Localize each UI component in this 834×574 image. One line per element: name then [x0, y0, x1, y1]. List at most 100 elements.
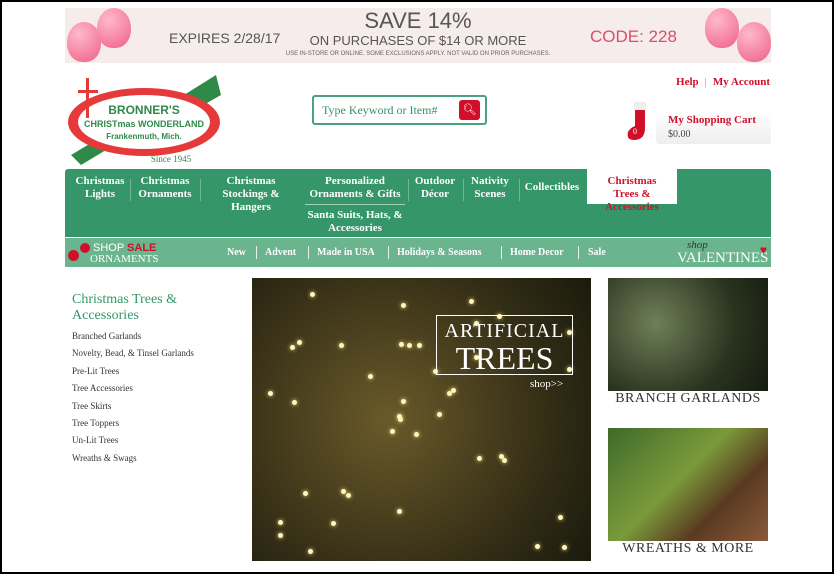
tree-light	[557, 514, 563, 520]
sidebar-item-wreaths-swags[interactable]: Wreaths & Swags	[72, 453, 194, 470]
ornament-icon	[80, 243, 90, 253]
cart-total: $0.00	[668, 129, 691, 140]
hero-title-box: ARTIFICIAL TREES	[436, 315, 573, 375]
nav-christmas-stockings[interactable]: Christmas Stockings & Hangers	[215, 175, 287, 214]
divider	[463, 179, 464, 201]
sub-nav: SHOP SALE ORNAMENTS New Advent Made in U…	[65, 238, 771, 267]
subnav-advent[interactable]: Advent	[265, 247, 296, 258]
wreaths-image	[608, 428, 768, 541]
sidebar-item-branched-garlands[interactable]: Branched Garlands	[72, 331, 194, 348]
bronners-logo[interactable]: BRONNER'S CHRISTmas WONDERLAND Frankenmu…	[66, 70, 226, 165]
tree-light	[330, 521, 336, 527]
tree-light	[416, 342, 422, 348]
subnav-made-in-usa[interactable]: Made in USA	[317, 247, 375, 258]
tree-light	[535, 544, 541, 550]
tree-light	[561, 544, 567, 550]
tree-light	[345, 492, 351, 498]
hero-line2: TREES	[455, 340, 554, 376]
nav-christmas-ornaments[interactable]: Christmas Ornaments	[135, 175, 195, 201]
divider	[200, 179, 201, 201]
sidebar-item-pre-lit-trees[interactable]: Pre-Lit Trees	[72, 366, 194, 383]
tree-light	[400, 302, 406, 308]
promo-fine-print: USE IN-STORE OR ONLINE. SOME EXCLUSIONS …	[285, 51, 551, 57]
tree-light	[399, 341, 405, 347]
nav-collectibles[interactable]: Collectibles	[523, 181, 581, 194]
nav-outdoor-decor[interactable]: Outdoor Décor	[412, 175, 458, 201]
shop-sale-ornaments-promo[interactable]: SHOP SALE ORNAMENTS	[68, 241, 158, 265]
subnav-sale[interactable]: Sale	[588, 247, 606, 258]
divider	[130, 179, 131, 201]
sidebar-item-tree-accessories[interactable]: Tree Accessories	[72, 383, 194, 400]
tree-light	[476, 455, 482, 461]
cart-title[interactable]: My Shopping Cart	[668, 114, 756, 126]
tree-light	[302, 490, 308, 496]
promo-banner[interactable]: EXPIRES 2/28/17 SAVE 14% ON PURCHASES OF…	[65, 8, 771, 63]
ornament-icon	[68, 250, 79, 261]
tree-light	[296, 339, 302, 345]
tree-light	[450, 388, 456, 394]
shopping-cart[interactable]: 0 My Shopping Cart $0.00	[626, 102, 771, 144]
search-box[interactable]: 🔍︎	[312, 95, 487, 125]
tree-light	[308, 549, 314, 555]
tree-light	[498, 454, 504, 460]
divider	[408, 179, 409, 201]
tree-light	[407, 342, 413, 348]
sidebar-item-tree-toppers[interactable]: Tree Toppers	[72, 418, 194, 435]
nav-personalized-ornaments[interactable]: Personalized Ornaments & Gifts	[305, 175, 405, 205]
tree-light	[436, 411, 442, 417]
svg-text:Since 1945: Since 1945	[151, 154, 192, 164]
wreaths-caption: WREATHS & MORE	[622, 541, 754, 556]
tree-light	[277, 519, 283, 525]
sidebar-item-novelty-garlands[interactable]: Novelty, Bead, & Tinsel Garlands	[72, 348, 194, 365]
subnav-new[interactable]: New	[227, 247, 246, 258]
sidebar-item-tree-skirts[interactable]: Tree Skirts	[72, 401, 194, 418]
divider	[388, 246, 389, 259]
tree-light	[390, 429, 396, 435]
search-input[interactable]	[322, 103, 457, 118]
promo-ornaments: ORNAMENTS	[90, 253, 159, 265]
sidebar-category-list: Branched Garlands Novelty, Bead, & Tinse…	[72, 331, 194, 470]
svg-text:CHRISTmas WONDERLAND: CHRISTmas WONDERLAND	[84, 119, 205, 129]
help-link[interactable]: Help	[676, 76, 699, 88]
tree-light	[396, 508, 402, 514]
shop-valentines-promo[interactable]: shop VALENTINES ♥	[677, 239, 769, 266]
cart-count: 0	[633, 127, 637, 136]
branch-garlands-caption: BRANCH GARLANDS	[615, 391, 761, 406]
branch-garlands-tile[interactable]: BRANCH GARLANDS	[608, 278, 768, 411]
divider	[501, 246, 502, 259]
tree-light	[400, 398, 406, 404]
divider	[308, 246, 309, 259]
artificial-trees-hero[interactable]: ARTIFICIAL TREES shop>>	[252, 278, 591, 561]
tree-light	[468, 299, 474, 305]
nav-christmas-lights[interactable]: Christmas Lights	[75, 175, 125, 201]
search-icon: 🔍︎	[462, 104, 477, 116]
divider	[578, 246, 579, 259]
sidebar-item-un-lit-trees[interactable]: Un-Lit Trees	[72, 435, 194, 452]
tree-light	[310, 291, 316, 297]
subnav-home-decor[interactable]: Home Decor	[510, 247, 564, 258]
promo-code: CODE: 228	[590, 27, 677, 46]
heart-icon: ♥	[759, 243, 767, 257]
tree-light	[413, 432, 419, 438]
nav-santa-suits[interactable]: Santa Suits, Hats, & Accessories	[305, 209, 405, 235]
wreaths-more-tile[interactable]: WREATHS & MORE	[608, 428, 768, 561]
tree-light	[291, 400, 297, 406]
hero-shop-link[interactable]: shop>>	[530, 378, 563, 390]
nav-christmas-trees[interactable]: Christmas Trees & Accessories	[587, 169, 677, 213]
tree-light	[339, 343, 345, 349]
tree-light	[368, 374, 374, 380]
promo-valentines: VALENTINES	[677, 250, 769, 266]
tree-light	[278, 532, 284, 538]
divider	[519, 179, 520, 201]
my-account-link[interactable]: My Account	[713, 76, 770, 88]
svg-text:BRONNER'S: BRONNER'S	[108, 103, 180, 117]
top-links: Help | My Account	[676, 76, 770, 88]
tree-light	[290, 345, 296, 351]
search-button[interactable]: 🔍︎	[459, 100, 480, 120]
subnav-holidays-seasons[interactable]: Holidays & Seasons	[397, 247, 481, 258]
sidebar-title: Christmas Trees & Accessories	[72, 292, 178, 323]
main-nav: Christmas Lights Christmas Ornaments Chr…	[65, 169, 771, 237]
tree-light	[267, 391, 273, 397]
svg-text:Frankenmuth, Mich.: Frankenmuth, Mich.	[106, 132, 182, 141]
nav-nativity-scenes[interactable]: Nativity Scenes	[467, 175, 513, 201]
